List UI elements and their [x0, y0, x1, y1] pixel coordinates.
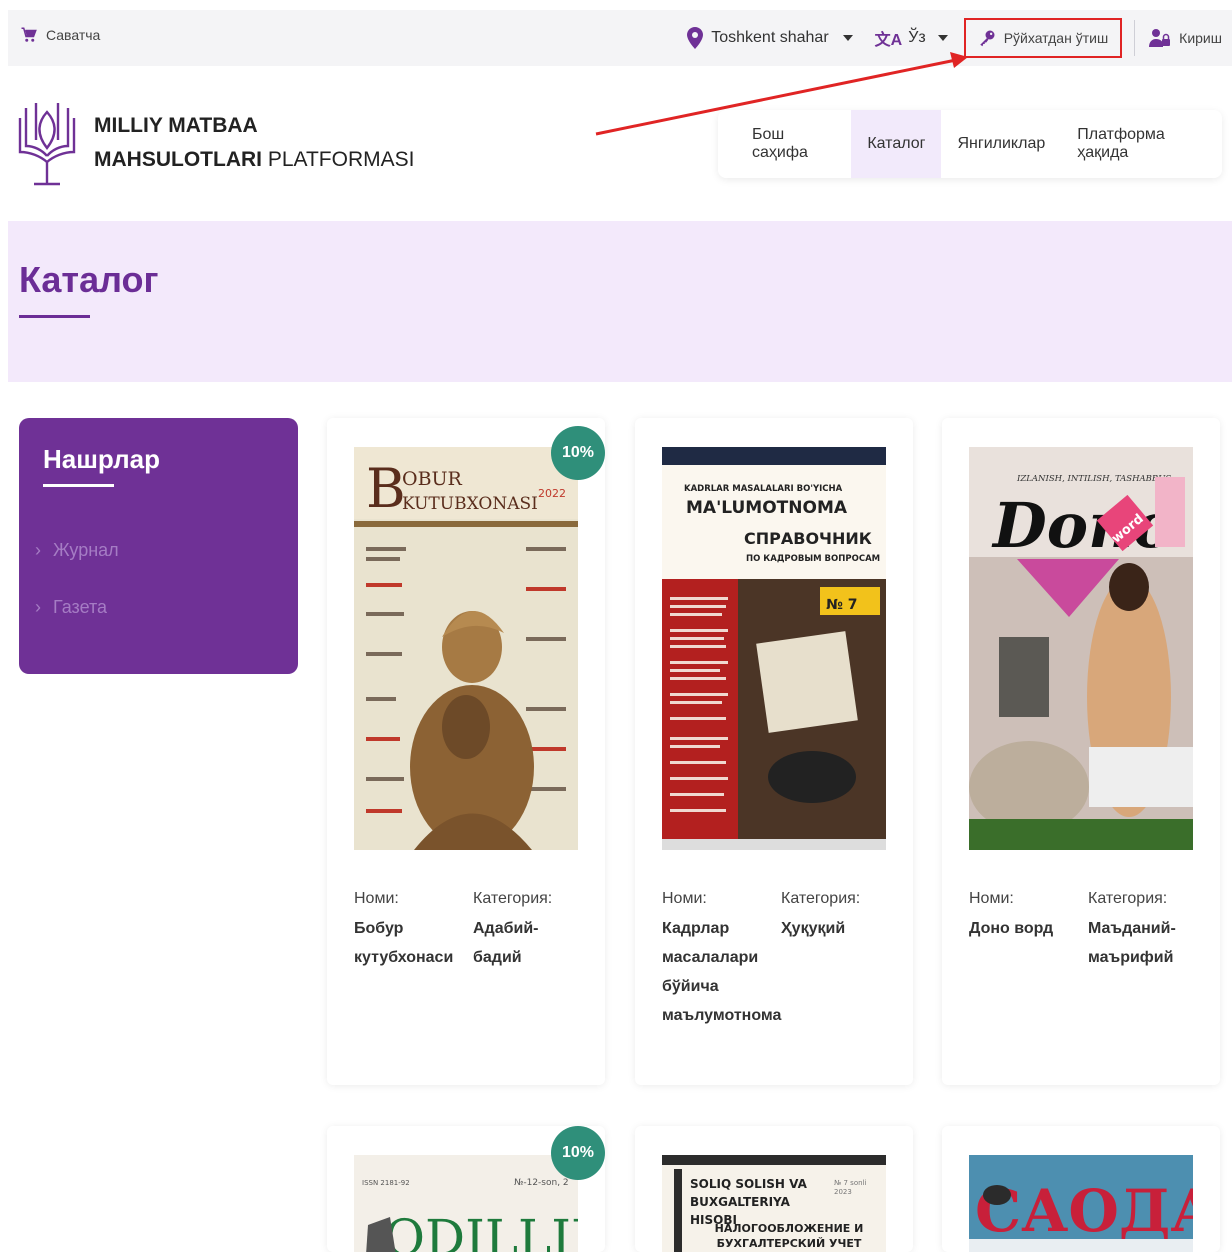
- nav-catalog[interactable]: Каталог: [851, 110, 942, 178]
- cover-top-text: IZLANISH, INTILISH, TASHABBUS: [1016, 474, 1171, 484]
- product-cover-image[interactable]: SOLIQ SOLISH VA BUXGALTERIYA HISOBI № 7 …: [662, 1155, 886, 1252]
- user-lock-icon: [1149, 29, 1171, 47]
- discount-badge: 10%: [551, 1126, 605, 1180]
- site-logo[interactable]: MILLIY MATBAA MAHSULOTLARI PLATFORMASI: [16, 100, 414, 186]
- nav-about[interactable]: Платформа ҳақида: [1061, 110, 1222, 178]
- category-label: Категория:: [1088, 890, 1168, 907]
- product-cover-image[interactable]: IZLANISH, INTILISH, TASHABBUS Dono word: [969, 447, 1193, 850]
- chevron-right-icon: ›: [35, 597, 41, 617]
- brand-line2-bold: MAHSULOTLARI: [94, 148, 262, 171]
- login-button[interactable]: Кириш: [1149, 28, 1222, 48]
- chevron-right-icon: ›: [35, 540, 41, 560]
- cover-art: IZLANISH, INTILISH, TASHABBUS Dono word: [969, 447, 1193, 850]
- cover-issn-text: ISSN 2181-92: [362, 1179, 410, 1187]
- product-category: Адабий-бадий: [473, 920, 539, 966]
- cover-subtitle2-text: ПО КАДРОВЫМ ВОПРОСАМ: [746, 554, 880, 564]
- language-label: Ўз: [908, 29, 926, 46]
- product-card[interactable]: САОДАТ: [942, 1126, 1220, 1252]
- register-label: Рўйхатдан ўтиш: [1003, 30, 1109, 46]
- cover-art: B OBUR KUTUBXONASI 2022: [354, 447, 578, 850]
- cart-label: Саватча: [46, 27, 101, 43]
- cover-title-text: САОДАТ: [975, 1177, 1193, 1245]
- svg-text:B: B: [366, 457, 406, 520]
- publications-sidebar: Нашрлар › Журнал › Газета: [19, 418, 298, 674]
- sidebar-item-journal[interactable]: › Журнал: [35, 540, 119, 561]
- name-label: Номи:: [662, 890, 707, 907]
- cover-title-text: MA'LUMOTNOMA: [686, 498, 848, 518]
- cover-issue-text: № 7 sonli 2023: [834, 1179, 867, 1196]
- name-label: Номи:: [354, 890, 399, 907]
- key-icon: [979, 30, 995, 47]
- cover-issue-text: № 7: [826, 597, 857, 613]
- nav-news[interactable]: Янгиликлар: [941, 110, 1061, 178]
- city-label: Toshkent shahar: [711, 29, 829, 46]
- svg-text:KUTUBXONASI: KUTUBXONASI: [402, 494, 538, 514]
- sidebar-item-newspaper[interactable]: › Газета: [35, 597, 107, 618]
- divider: [1134, 20, 1136, 56]
- product-category: Маъданий-маърифий: [1088, 920, 1176, 966]
- product-card[interactable]: IZLANISH, INTILISH, TASHABBUS Dono word …: [942, 418, 1220, 1085]
- sidebar-title: Нашрлар: [43, 444, 160, 474]
- register-button[interactable]: Рўйхатдан ўтиш: [963, 18, 1123, 58]
- chevron-down-icon: [842, 35, 853, 41]
- cover-top-text: KADRLAR MASALALARI BO'YICHA: [684, 484, 843, 494]
- cover-subtitle-text: СПРАВОЧНИК: [744, 529, 872, 548]
- language-selector[interactable]: 文A Ўз: [875, 26, 948, 50]
- book-tree-logo-icon: [18, 103, 76, 186]
- nav-home[interactable]: Бош саҳифа: [718, 110, 851, 178]
- translate-icon: 文A: [874, 32, 903, 49]
- cover-art: ISSN 2181-92 №-12-son, 2 ODILLIK: [354, 1155, 578, 1252]
- city-selector[interactable]: Toshkent shahar: [687, 27, 853, 49]
- cover-subtitle-text: НАЛОГООБЛОЖЕНИЕ И БУХГАЛТЕРСКИЙ УЧЕТ: [714, 1222, 864, 1250]
- product-name[interactable]: Кадрлар масалалари бўйича маълумотнома: [662, 914, 781, 1030]
- brand-line2-rest: PLATFORMASI: [261, 148, 415, 171]
- cover-art: SOLIQ SOLISH VA BUXGALTERIYA HISOBI № 7 …: [662, 1155, 886, 1252]
- product-card[interactable]: SOLIQ SOLISH VA BUXGALTERIYA HISOBI № 7 …: [635, 1126, 913, 1252]
- discount-badge: 10%: [551, 426, 605, 480]
- cover-title-text: ODILLIK: [384, 1209, 578, 1252]
- category-label: Категория:: [473, 890, 553, 907]
- product-cover-image[interactable]: KADRLAR MASALALARI BO'YICHA MA'LUMOTNOMA…: [662, 447, 886, 850]
- name-label: Номи:: [969, 890, 1014, 907]
- site-brand: MILLIY MATBAA MAHSULOTLARI PLATFORMASI: [94, 109, 414, 177]
- cover-art: САОДАТ: [969, 1155, 1193, 1252]
- cart-link[interactable]: Саватча: [20, 26, 100, 44]
- sidebar-item-label: Газета: [53, 597, 108, 617]
- main-nav: Бош саҳифа Каталог Янгиликлар Платформа …: [718, 110, 1222, 178]
- cover-title-text: SOLIQ SOLISH VA BUXGALTERIYA HISOBI: [690, 1177, 807, 1225]
- cover-year: 2022: [538, 487, 566, 500]
- product-category: Ҳуқуқий: [781, 920, 846, 937]
- cart-icon: [21, 27, 37, 42]
- cover-title-text: OBUR: [402, 468, 463, 490]
- product-card[interactable]: ISSN 2181-92 №-12-son, 2 ODILLIK 10%: [327, 1126, 605, 1252]
- category-label: Категория:: [781, 890, 861, 907]
- cover-issue-text: №-12-son, 2: [514, 1178, 569, 1188]
- brand-line1: MILLIY MATBAA: [94, 114, 258, 137]
- cover-art: KADRLAR MASALALARI BO'YICHA MA'LUMOTNOMA…: [662, 447, 886, 850]
- product-cover-image[interactable]: B OBUR KUTUBXONASI 2022: [354, 447, 578, 850]
- product-name[interactable]: Бобур кутубхонаси: [354, 914, 464, 972]
- product-card[interactable]: B OBUR KUTUBXONASI 2022 10% Номи: Бобур …: [327, 418, 605, 1085]
- login-label: Кириш: [1179, 30, 1222, 46]
- sidebar-item-label: Журнал: [53, 540, 119, 560]
- product-cover-image[interactable]: САОДАТ: [969, 1155, 1193, 1252]
- product-card[interactable]: KADRLAR MASALALARI BO'YICHA MA'LUMOTNOMA…: [635, 418, 913, 1085]
- product-cover-image[interactable]: ISSN 2181-92 №-12-son, 2 ODILLIK: [354, 1155, 578, 1252]
- title-underline: [19, 315, 90, 318]
- location-pin-icon: [687, 27, 704, 49]
- page-hero: Каталог: [8, 221, 1232, 382]
- chevron-down-icon: [937, 35, 948, 41]
- sidebar-title-underline: [43, 484, 114, 487]
- product-name[interactable]: Доно ворд: [969, 914, 1079, 943]
- page-title: Каталог: [19, 259, 159, 300]
